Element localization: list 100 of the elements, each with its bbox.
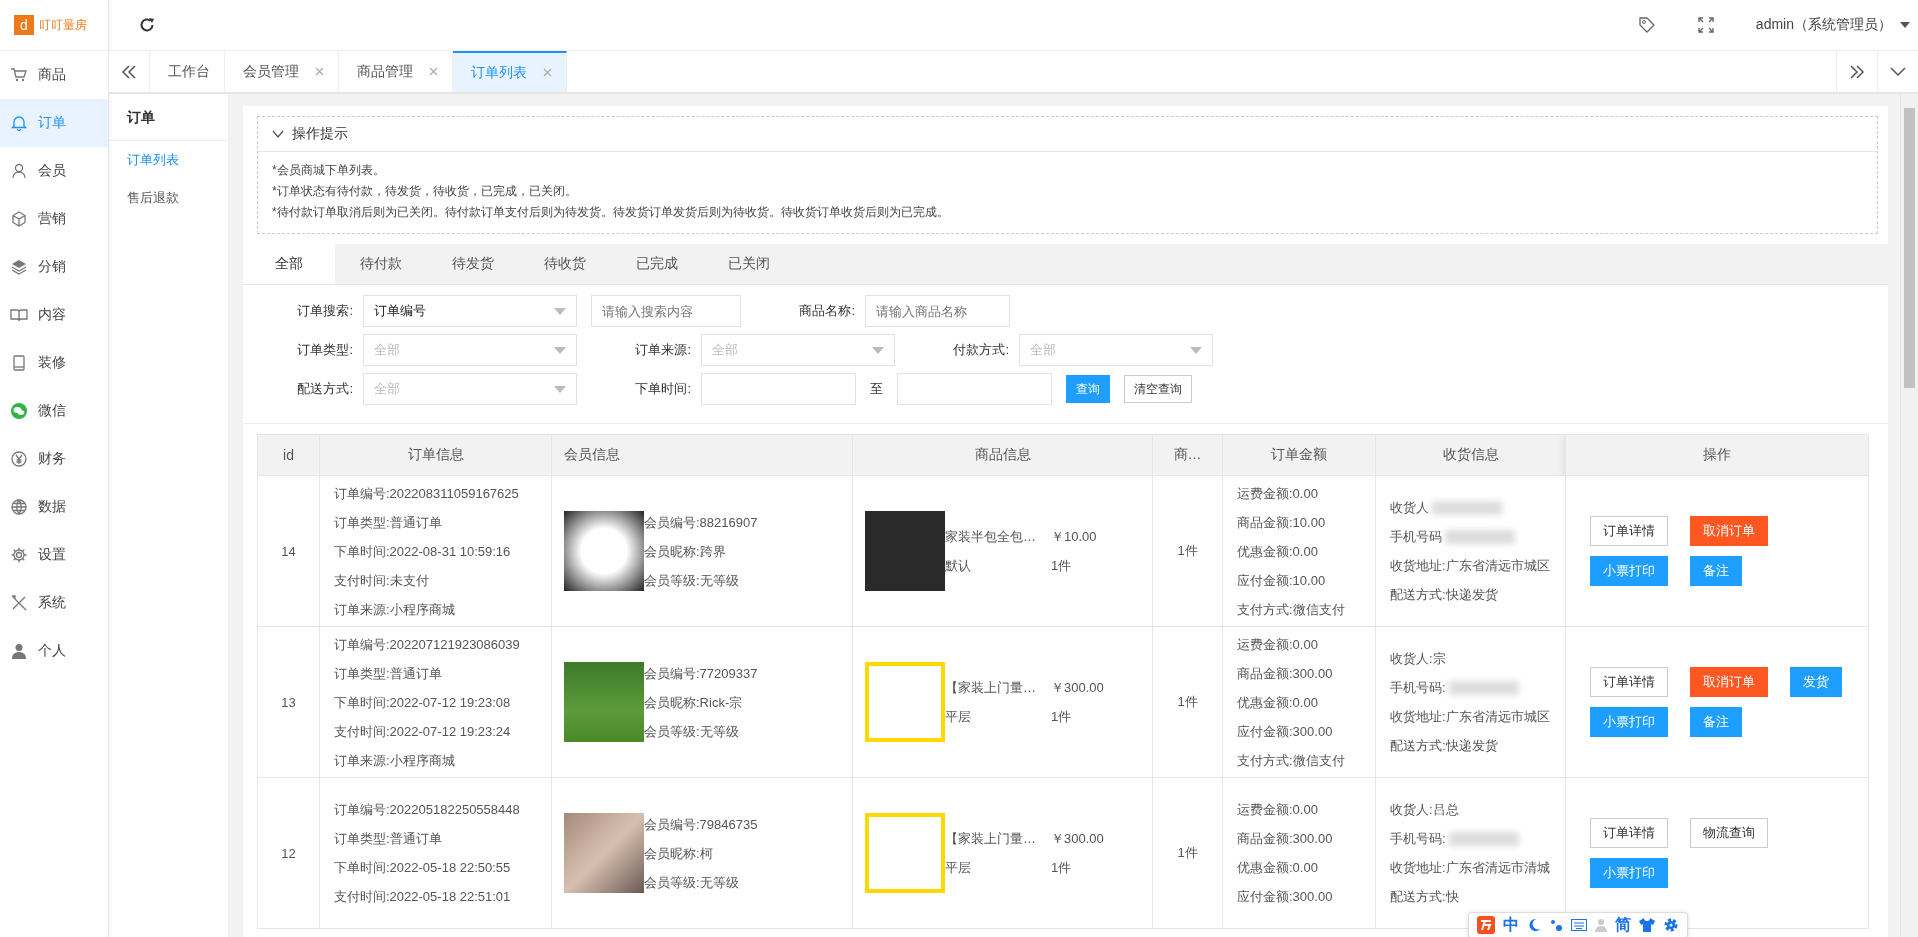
column-header: 会员信息: [551, 434, 853, 476]
status-tab[interactable]: 待发货: [427, 244, 519, 284]
table-text: ￥300.00: [1051, 679, 1104, 697]
table-text: 会员编号:79846735: [644, 815, 758, 834]
status-tab[interactable]: 已关闭: [703, 244, 795, 284]
table-text: 应付金额:10.00: [1237, 571, 1327, 590]
table-text: 手机号码:: [1390, 679, 1446, 697]
input-field[interactable]: [701, 373, 856, 405]
table-text: 家装半包全包…: [945, 528, 1037, 546]
redacted-blur: [1445, 529, 1515, 544]
status-tab[interactable]: 待收货: [519, 244, 611, 284]
column-header: id: [257, 434, 320, 476]
close-icon: [429, 67, 438, 76]
column-header: 收货信息: [1375, 434, 1566, 476]
action-button[interactable]: 订单详情: [1590, 818, 1668, 848]
table-text: 收货人:宗: [1390, 650, 1446, 668]
nav-item[interactable]: 营销: [0, 195, 108, 243]
refresh-icon: [139, 17, 155, 33]
table-text: 支付方式:微信支付: [1237, 600, 1346, 619]
field-label: 订单来源:: [634, 341, 691, 359]
table-text: 配送方式:快: [1390, 888, 1459, 906]
tag-icon: [1637, 16, 1656, 34]
table-cell: 1件: [1152, 626, 1223, 778]
submenu-item[interactable]: 售后退款: [109, 179, 228, 217]
nav-item[interactable]: 个人: [0, 627, 108, 675]
status-tab[interactable]: 已完成: [611, 244, 703, 284]
table-text: 会员昵称:柯: [644, 844, 714, 863]
input-field[interactable]: [897, 373, 1052, 405]
table-text: 收货地址:广东省清远市清城: [1390, 859, 1550, 877]
tip-text: *待付款订单取消后则为已关闭。待付款订单支付后则为待发货。待发货订单发货后则为待收货。待收货订单收货后则为已完成。: [272, 204, 950, 221]
caret-icon: [554, 346, 566, 354]
nav-item[interactable]: 设置: [0, 531, 108, 579]
nav-item[interactable]: 系统: [0, 579, 108, 627]
nav-item[interactable]: 商品: [0, 51, 108, 99]
nav-item[interactable]: 装修: [0, 339, 108, 387]
reset-button[interactable]: 清空查询: [1124, 375, 1192, 403]
gear-icon: [10, 546, 28, 564]
table-text: 支付方式:微信支付: [1237, 751, 1346, 770]
select-field[interactable]: 订单编号: [363, 295, 577, 327]
logo-icon: d: [14, 15, 34, 35]
table-text: 订单编号:202208311059167625: [334, 484, 520, 503]
table-text: 平层: [945, 708, 972, 726]
status-tab[interactable]: 全部: [243, 244, 335, 284]
action-button[interactable]: 订单详情: [1590, 516, 1668, 546]
tips-toggle[interactable]: 操作提示: [258, 117, 1877, 152]
table-text: 手机号码: [1390, 528, 1442, 546]
table-text: 支付时间:未支付: [334, 571, 430, 590]
table-text: 优惠金额:0.00: [1237, 859, 1319, 877]
nav-item[interactable]: 会员: [0, 147, 108, 195]
field-label: 订单搜索:: [296, 302, 353, 320]
table-text: 【家装上门量…: [945, 679, 1037, 697]
table-text: 默认: [945, 557, 972, 575]
table-text: 收货地址:广东省清远市城区: [1390, 708, 1550, 726]
table-text: 收货地址:广东省清远市城区: [1390, 557, 1550, 575]
ime-mode-button[interactable]: 中: [1503, 914, 1519, 936]
field-label: 订单类型:: [296, 341, 353, 359]
input-field[interactable]: 请输入商品名称: [865, 295, 1010, 327]
table-text: 订单来源:小程序商城: [334, 600, 456, 619]
nav-item[interactable]: 财务: [0, 435, 108, 483]
table-text: 会员昵称:Rick-宗: [644, 693, 744, 712]
table-text: 优惠金额:0.00: [1237, 693, 1319, 712]
column-header: 商…: [1152, 434, 1223, 476]
chevron-down-icon: [1890, 66, 1906, 77]
ime-script-button[interactable]: 简: [1615, 914, 1631, 936]
nav-item[interactable]: 分销: [0, 243, 108, 291]
yen-icon: [10, 450, 28, 468]
brand-name: 叮叮量房: [39, 16, 87, 34]
column-header: 商品信息: [852, 434, 1153, 476]
table-text: 运费金额:0.00: [1237, 635, 1319, 654]
caret-icon: [1900, 22, 1910, 28]
person-icon: [1595, 918, 1607, 932]
caret-icon: [1190, 346, 1202, 354]
nav-item[interactable]: 数据: [0, 483, 108, 531]
table-text: 【家装上门量…: [945, 830, 1037, 848]
tools-icon: [10, 594, 28, 612]
table-text: 会员昵称:跨界: [644, 542, 727, 561]
status-tab[interactable]: 待付款: [335, 244, 427, 284]
table-cell: 1件: [1152, 777, 1223, 929]
caret-icon: [872, 346, 884, 354]
close-icon: [315, 67, 324, 76]
table-text: 支付时间:2022-05-18 22:51:01: [334, 888, 512, 906]
user-menu[interactable]: admin（系统管理员）: [1755, 16, 1892, 34]
action-button[interactable]: 订单详情: [1590, 667, 1668, 697]
input-field[interactable]: 请输入搜索内容: [591, 295, 741, 327]
page-tab[interactable]: 工作台: [150, 51, 225, 92]
redacted-blur: [1432, 500, 1502, 515]
table-text: 订单编号:202207121923086039: [334, 635, 521, 654]
person-icon: [10, 642, 28, 660]
action-button[interactable]: 物流查询: [1690, 818, 1768, 848]
scrollbar[interactable]: [1900, 94, 1918, 937]
nav-item[interactable]: 微信: [0, 387, 108, 435]
table-text: 下单时间:2022-08-31 10:59:16: [334, 542, 512, 561]
nav-item[interactable]: 内容: [0, 291, 108, 339]
book-icon: [10, 306, 28, 324]
field-label: 配送方式:: [296, 380, 353, 398]
globe-icon: [10, 498, 28, 516]
table-text: 商品金额:300.00: [1237, 830, 1334, 848]
table-text: 应付金额:300.00: [1237, 888, 1334, 906]
page-tab[interactable]: 会员管理: [225, 51, 339, 92]
table-cell: 12: [257, 777, 320, 929]
